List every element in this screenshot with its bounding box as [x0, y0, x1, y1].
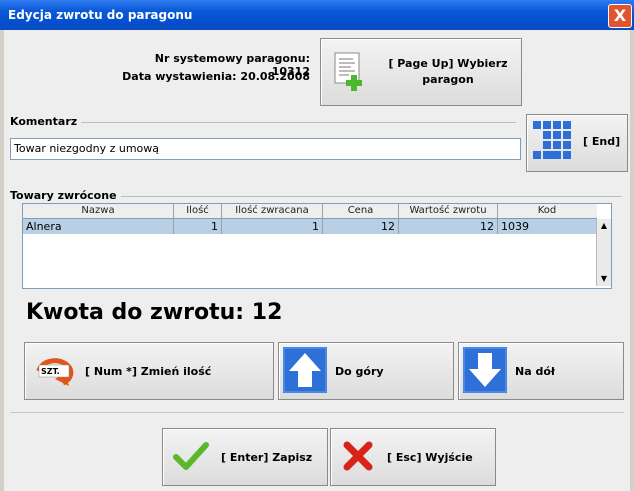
- exit-button[interactable]: [ Esc] Wyjście: [330, 428, 496, 486]
- keyboard-button[interactable]: [ End]: [526, 114, 628, 172]
- returned-goods-table[interactable]: Nazwa Ilość Ilość zwracana Cena Wartość …: [22, 203, 612, 289]
- numeric-keypad-icon: [533, 121, 571, 159]
- change-quantity-button[interactable]: SZT. [ Num *] Zmień ilość: [24, 342, 274, 400]
- move-down-label: Na dół: [515, 365, 555, 378]
- title-bar[interactable]: Edycja zwrotu do paragonu X: [0, 0, 634, 30]
- szt-icon-text: SZT.: [41, 367, 60, 376]
- move-up-button[interactable]: Do góry: [278, 342, 454, 400]
- table-row[interactable]: Alnera 1 1 12 12 1039: [23, 219, 597, 234]
- arrow-down-icon: [463, 347, 507, 393]
- scroll-up-icon[interactable]: ▲: [597, 219, 611, 233]
- move-down-button[interactable]: Na dół: [458, 342, 624, 400]
- cell-price: 12: [323, 219, 399, 234]
- refund-amount: Kwota do zwrotu: 12: [26, 300, 283, 325]
- scroll-down-icon[interactable]: ▼: [597, 272, 611, 286]
- issue-date-label: Data wystawienia: 20.08.2008: [122, 70, 310, 83]
- column-code[interactable]: Kod: [498, 204, 596, 218]
- exit-label: [ Esc] Wyjście: [387, 451, 473, 464]
- save-label: [ Enter] Zapisz: [221, 451, 313, 464]
- comment-legend: Komentarz: [10, 115, 82, 128]
- select-receipt-label-line1: [ Page Up] Wybierz: [388, 57, 508, 70]
- footer-divider: [10, 412, 624, 413]
- move-up-label: Do góry: [335, 365, 384, 378]
- keyboard-button-label: [ End]: [583, 135, 621, 148]
- cell-qty: 1: [174, 219, 222, 234]
- returned-goods-legend: Towary zwrócone: [10, 189, 121, 202]
- save-button[interactable]: [ Enter] Zapisz: [162, 428, 328, 486]
- cell-return-qty: 1: [222, 219, 323, 234]
- select-receipt-button[interactable]: [ Page Up] Wybierz paragon: [320, 38, 522, 106]
- cell-name: Alnera: [23, 219, 174, 234]
- table-header: Nazwa Ilość Ilość zwracana Cena Wartość …: [23, 204, 597, 219]
- column-name[interactable]: Nazwa: [23, 204, 174, 218]
- cell-return-value: 12: [399, 219, 498, 234]
- arrow-up-icon: [283, 347, 327, 393]
- dialog-body: Nr systemowy paragonu: 10312 Data wystaw…: [4, 30, 630, 491]
- receipt-add-icon: [334, 52, 362, 91]
- dialog-window: Edycja zwrotu do paragonu X Nr systemowy…: [0, 0, 634, 491]
- close-button[interactable]: X: [608, 4, 632, 28]
- cross-icon: [343, 441, 373, 471]
- close-icon: X: [613, 6, 627, 25]
- column-return-value[interactable]: Wartość zwrotu: [399, 204, 498, 218]
- cell-code: 1039: [501, 220, 529, 233]
- table-scrollbar[interactable]: ▲ ▼: [596, 219, 611, 286]
- select-receipt-label-line2: paragon: [422, 73, 474, 86]
- window-title: Edycja zwrotu do paragonu: [8, 8, 193, 22]
- checkmark-icon: [173, 442, 209, 470]
- column-price[interactable]: Cena: [323, 204, 399, 218]
- change-quantity-label: [ Num *] Zmień ilość: [85, 365, 212, 378]
- comment-input[interactable]: Towar niezgodny z umową: [10, 138, 521, 160]
- column-qty[interactable]: Ilość: [174, 204, 222, 218]
- column-return-qty[interactable]: Ilość zwracana: [222, 204, 323, 218]
